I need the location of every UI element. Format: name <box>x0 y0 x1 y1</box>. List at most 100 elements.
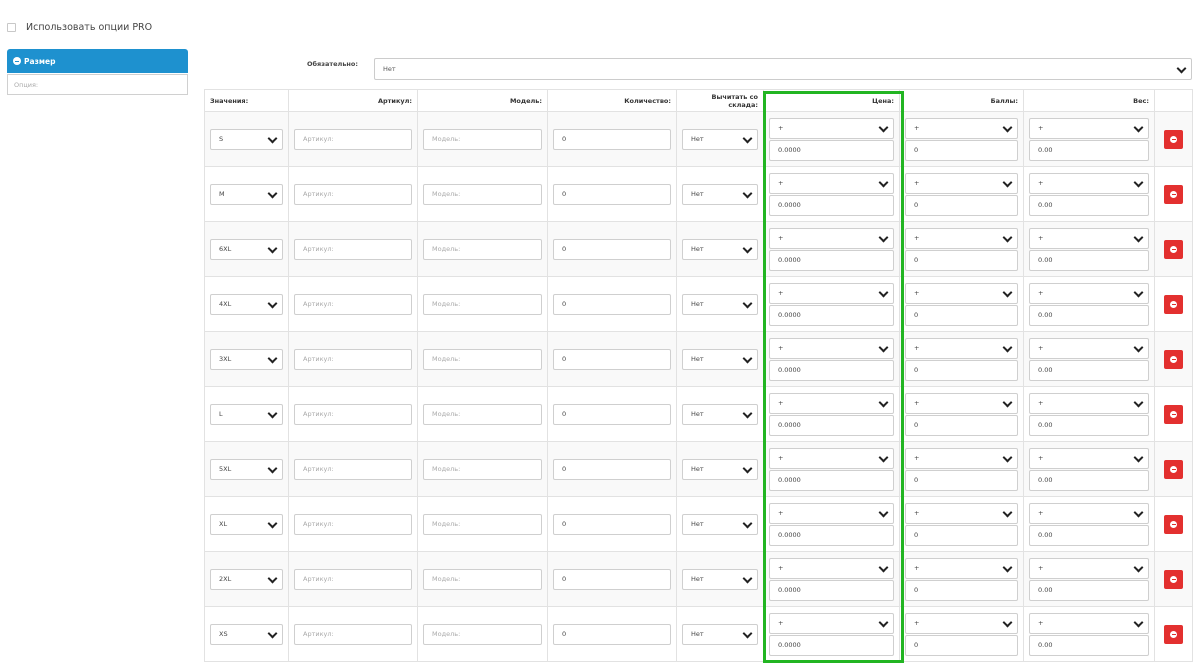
price-input[interactable]: 0.0000 <box>769 194 894 216</box>
points-input[interactable]: 0 <box>905 304 1018 326</box>
weight-prefix-select[interactable]: + <box>1029 502 1149 524</box>
points-prefix-select[interactable]: + <box>905 447 1018 469</box>
remove-row-button[interactable] <box>1164 239 1183 259</box>
price-prefix-select[interactable]: + <box>769 557 894 579</box>
subtract-select[interactable]: Нет <box>682 513 758 535</box>
price-input[interactable]: 0.0000 <box>769 469 894 491</box>
price-input[interactable]: 0.0000 <box>769 634 894 656</box>
weight-prefix-select[interactable]: + <box>1029 557 1149 579</box>
weight-input[interactable]: 0.00 <box>1029 469 1149 491</box>
subtract-select[interactable]: Нет <box>682 568 758 590</box>
sku-input[interactable]: Артикул: <box>294 458 412 480</box>
points-input[interactable]: 0 <box>905 634 1018 656</box>
weight-input[interactable]: 0.00 <box>1029 249 1149 271</box>
subtract-select[interactable]: Нет <box>682 238 758 260</box>
price-prefix-select[interactable]: + <box>769 117 894 139</box>
points-input[interactable]: 0 <box>905 359 1018 381</box>
model-input[interactable]: Модель: <box>423 623 542 645</box>
weight-input[interactable]: 0.00 <box>1029 139 1149 161</box>
quantity-input[interactable]: 0 <box>553 183 671 205</box>
value-select[interactable]: 2XL <box>210 568 283 590</box>
weight-input[interactable]: 0.00 <box>1029 634 1149 656</box>
sku-input[interactable]: Артикул: <box>294 623 412 645</box>
weight-prefix-select[interactable]: + <box>1029 117 1149 139</box>
quantity-input[interactable]: 0 <box>553 348 671 370</box>
remove-row-button[interactable] <box>1164 404 1183 424</box>
model-input[interactable]: Модель: <box>423 513 542 535</box>
points-input[interactable]: 0 <box>905 194 1018 216</box>
weight-prefix-select[interactable]: + <box>1029 612 1149 634</box>
price-input[interactable]: 0.0000 <box>769 359 894 381</box>
sku-input[interactable]: Артикул: <box>294 238 412 260</box>
remove-row-button[interactable] <box>1164 569 1183 589</box>
remove-row-button[interactable] <box>1164 184 1183 204</box>
remove-row-button[interactable] <box>1164 294 1183 314</box>
points-input[interactable]: 0 <box>905 579 1018 601</box>
weight-input[interactable]: 0.00 <box>1029 524 1149 546</box>
weight-input[interactable]: 0.00 <box>1029 579 1149 601</box>
price-prefix-select[interactable]: + <box>769 502 894 524</box>
weight-input[interactable]: 0.00 <box>1029 304 1149 326</box>
option-search-input[interactable]: Опция: <box>7 74 188 95</box>
price-prefix-select[interactable]: + <box>769 447 894 469</box>
price-input[interactable]: 0.0000 <box>769 414 894 436</box>
quantity-input[interactable]: 0 <box>553 623 671 645</box>
points-prefix-select[interactable]: + <box>905 227 1018 249</box>
weight-prefix-select[interactable]: + <box>1029 282 1149 304</box>
pro-options-checkbox[interactable] <box>7 22 16 32</box>
subtract-select[interactable]: Нет <box>682 293 758 315</box>
price-prefix-select[interactable]: + <box>769 282 894 304</box>
points-input[interactable]: 0 <box>905 249 1018 271</box>
points-prefix-select[interactable]: + <box>905 337 1018 359</box>
model-input[interactable]: Модель: <box>423 458 542 480</box>
price-prefix-select[interactable]: + <box>769 392 894 414</box>
sku-input[interactable]: Артикул: <box>294 403 412 425</box>
weight-input[interactable]: 0.00 <box>1029 414 1149 436</box>
value-select[interactable]: 5XL <box>210 458 283 480</box>
remove-row-button[interactable] <box>1164 514 1183 534</box>
points-prefix-select[interactable]: + <box>905 282 1018 304</box>
option-tab-size[interactable]: Размер <box>7 49 188 73</box>
price-input[interactable]: 0.0000 <box>769 304 894 326</box>
value-select[interactable]: 6XL <box>210 238 283 260</box>
quantity-input[interactable]: 0 <box>553 568 671 590</box>
subtract-select[interactable]: Нет <box>682 183 758 205</box>
quantity-input[interactable]: 0 <box>553 238 671 260</box>
minus-circle-icon[interactable] <box>13 57 21 65</box>
points-prefix-select[interactable]: + <box>905 557 1018 579</box>
points-input[interactable]: 0 <box>905 469 1018 491</box>
quantity-input[interactable]: 0 <box>553 513 671 535</box>
points-prefix-select[interactable]: + <box>905 502 1018 524</box>
price-prefix-select[interactable]: + <box>769 227 894 249</box>
weight-prefix-select[interactable]: + <box>1029 227 1149 249</box>
price-input[interactable]: 0.0000 <box>769 249 894 271</box>
model-input[interactable]: Модель: <box>423 293 542 315</box>
subtract-select[interactable]: Нет <box>682 623 758 645</box>
value-select[interactable]: 4XL <box>210 293 283 315</box>
weight-prefix-select[interactable]: + <box>1029 392 1149 414</box>
weight-input[interactable]: 0.00 <box>1029 194 1149 216</box>
remove-row-button[interactable] <box>1164 349 1183 369</box>
points-input[interactable]: 0 <box>905 414 1018 436</box>
remove-row-button[interactable] <box>1164 129 1183 149</box>
model-input[interactable]: Модель: <box>423 403 542 425</box>
points-prefix-select[interactable]: + <box>905 392 1018 414</box>
remove-row-button[interactable] <box>1164 459 1183 479</box>
model-input[interactable]: Модель: <box>423 568 542 590</box>
subtract-select[interactable]: Нет <box>682 458 758 480</box>
quantity-input[interactable]: 0 <box>553 403 671 425</box>
value-select[interactable]: 3XL <box>210 348 283 370</box>
quantity-input[interactable]: 0 <box>553 128 671 150</box>
model-input[interactable]: Модель: <box>423 348 542 370</box>
points-prefix-select[interactable]: + <box>905 117 1018 139</box>
price-input[interactable]: 0.0000 <box>769 579 894 601</box>
points-input[interactable]: 0 <box>905 524 1018 546</box>
sku-input[interactable]: Артикул: <box>294 513 412 535</box>
sku-input[interactable]: Артикул: <box>294 348 412 370</box>
points-prefix-select[interactable]: + <box>905 172 1018 194</box>
value-select[interactable]: L <box>210 403 283 425</box>
value-select[interactable]: M <box>210 183 283 205</box>
price-prefix-select[interactable]: + <box>769 337 894 359</box>
model-input[interactable]: Модель: <box>423 128 542 150</box>
value-select[interactable]: S <box>210 128 283 150</box>
